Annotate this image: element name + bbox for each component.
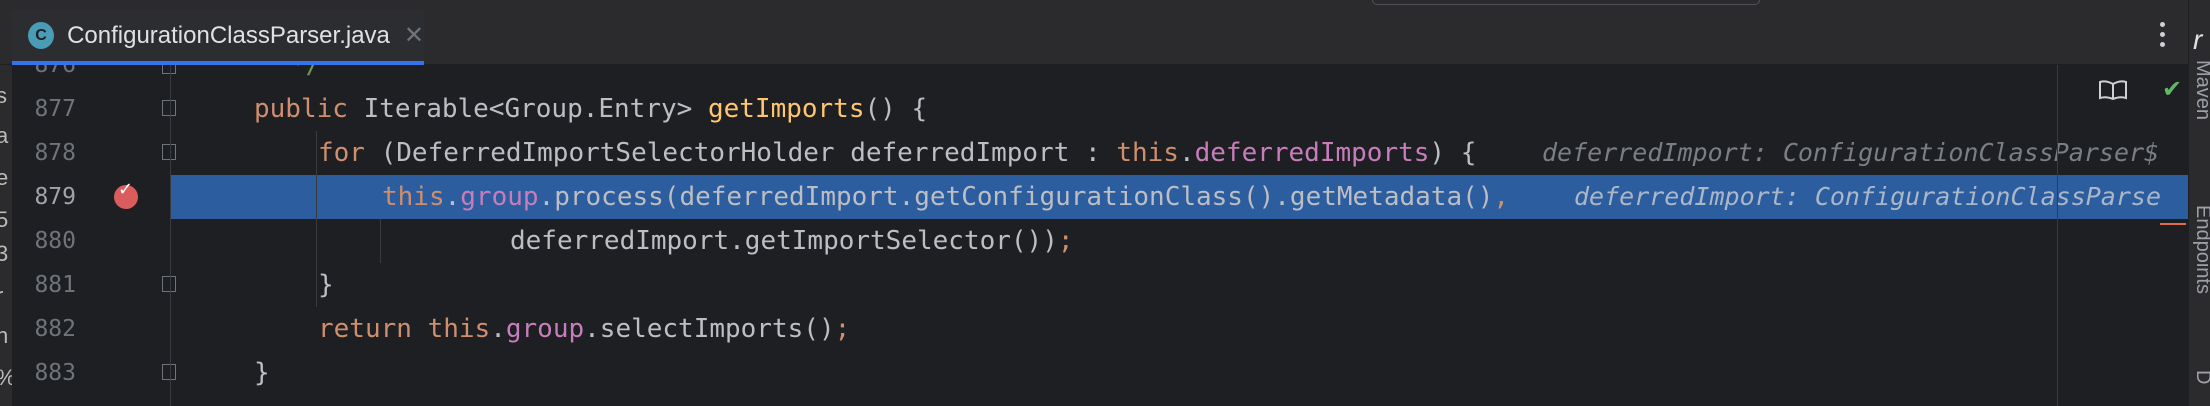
code-text: . [490, 314, 506, 344]
tab-title: ConfigurationClassParser.java [67, 21, 390, 49]
notifications-letter: r [2193, 24, 2203, 55]
code-line[interactable]: 880 deferredImport.getImportSelector()); [12, 219, 2188, 263]
code-text: ; [1057, 226, 1074, 256]
code-line[interactable]: 882 return this.group.selectImports(); [12, 307, 2188, 351]
line-number: 882 [34, 316, 76, 342]
code-text: (DeferredImportSelectorHolder deferredIm… [364, 138, 1117, 168]
endpoints-tool-button[interactable]: Endpoints [2191, 205, 2210, 294]
inline-debug-value: deferredImport: ConfigurationClassParse [1574, 182, 2161, 211]
gutter-separator [170, 65, 171, 406]
code-text: ; [834, 314, 851, 344]
fold-marker-icon[interactable] [162, 100, 176, 116]
database-tool-button[interactable]: D [2191, 370, 2210, 384]
code-line[interactable]: 881 } [12, 263, 2188, 307]
fold-marker-icon[interactable] [162, 364, 176, 380]
method-name: getImports [707, 94, 865, 124]
return-type: Iterable<Group.Entry> [363, 94, 708, 124]
code-text: . [444, 182, 461, 212]
field-name: deferredImports [1194, 138, 1430, 168]
java-class-icon: C [28, 22, 55, 49]
line-number: 877 [34, 96, 76, 122]
checkmark-icon[interactable]: ✔ [2162, 75, 2182, 103]
code-text: () { [864, 94, 928, 124]
editor-tab-bar: C ConfigurationClassParser.java ✕ [0, 0, 2188, 65]
right-margin-guide [2057, 65, 2058, 406]
doc-comment-end: */ [290, 65, 322, 80]
keyword: return [318, 314, 412, 344]
current-execution-line[interactable]: 879 ✓ this.group.process(deferredImport.… [12, 175, 2188, 219]
code-text: } [254, 358, 270, 388]
tab-configuration-class-parser[interactable]: C ConfigurationClassParser.java ✕ [12, 10, 424, 65]
keyword: for [318, 138, 365, 168]
code-editor[interactable]: 876 */ 877 public Iterable<Group.Entry> … [12, 65, 2188, 406]
left-panel-char: 5 [0, 207, 9, 232]
code-line[interactable]: 878 for (DeferredImportSelectorHolder de… [12, 131, 2188, 175]
field-name: group [505, 314, 585, 344]
search-field-edge [1372, 0, 1760, 5]
fold-marker-icon[interactable] [162, 276, 176, 292]
field-name: group [460, 182, 539, 212]
code-line[interactable]: 876 */ [12, 65, 2188, 87]
maven-tool-button[interactable]: Maven [2191, 60, 2210, 120]
keyword: this [1116, 138, 1179, 168]
line-number: 881 [34, 272, 76, 298]
fold-marker-icon[interactable] [162, 65, 176, 74]
code-text: . [1178, 138, 1195, 168]
left-tool-panel-edge: s a e 5 3 r n % [0, 65, 12, 406]
left-panel-char: s [0, 83, 7, 108]
kebab-icon[interactable] [2160, 22, 2166, 52]
line-number: 879 [34, 184, 76, 210]
line-number: 880 [34, 228, 76, 254]
code-text: deferredImport.getImportSelector()) [510, 226, 1058, 256]
code-text: , [1493, 182, 1510, 212]
keyword: this [427, 314, 491, 344]
code-text: } [318, 270, 334, 300]
close-icon[interactable]: ✕ [404, 21, 424, 50]
keyword: this [382, 182, 445, 212]
book-icon[interactable] [2098, 79, 2128, 101]
indent-guide [380, 219, 381, 263]
code-text: ) { [1429, 138, 1477, 168]
code-line[interactable]: 877 public Iterable<Group.Entry> getImpo… [12, 87, 2188, 131]
indent-guide [316, 131, 317, 307]
left-panel-char: r [0, 283, 12, 309]
inline-debug-value: deferredImport: ConfigurationClassParser… [1542, 138, 2160, 167]
line-number: 883 [34, 360, 76, 386]
fold-marker-icon[interactable] [162, 144, 176, 160]
line-number: 878 [34, 140, 76, 166]
code-text: .process(deferredImport.getConfiguration… [538, 182, 1494, 212]
code-text: .selectImports() [584, 314, 835, 344]
left-panel-char: a [0, 123, 9, 148]
code-line[interactable]: 883 } [12, 351, 2188, 395]
right-tool-strip: r Maven Endpoints D [2188, 0, 2210, 406]
line-number: 876 [34, 65, 76, 78]
breakpoint-check-icon: ✓ [118, 179, 134, 200]
left-panel-char: % [0, 365, 12, 391]
left-panel-char: e [0, 165, 9, 190]
keyword: public [254, 94, 364, 124]
left-panel-char: n [0, 323, 9, 348]
error-stripe-marker [2160, 223, 2186, 225]
left-panel-char: 3 [0, 241, 9, 266]
